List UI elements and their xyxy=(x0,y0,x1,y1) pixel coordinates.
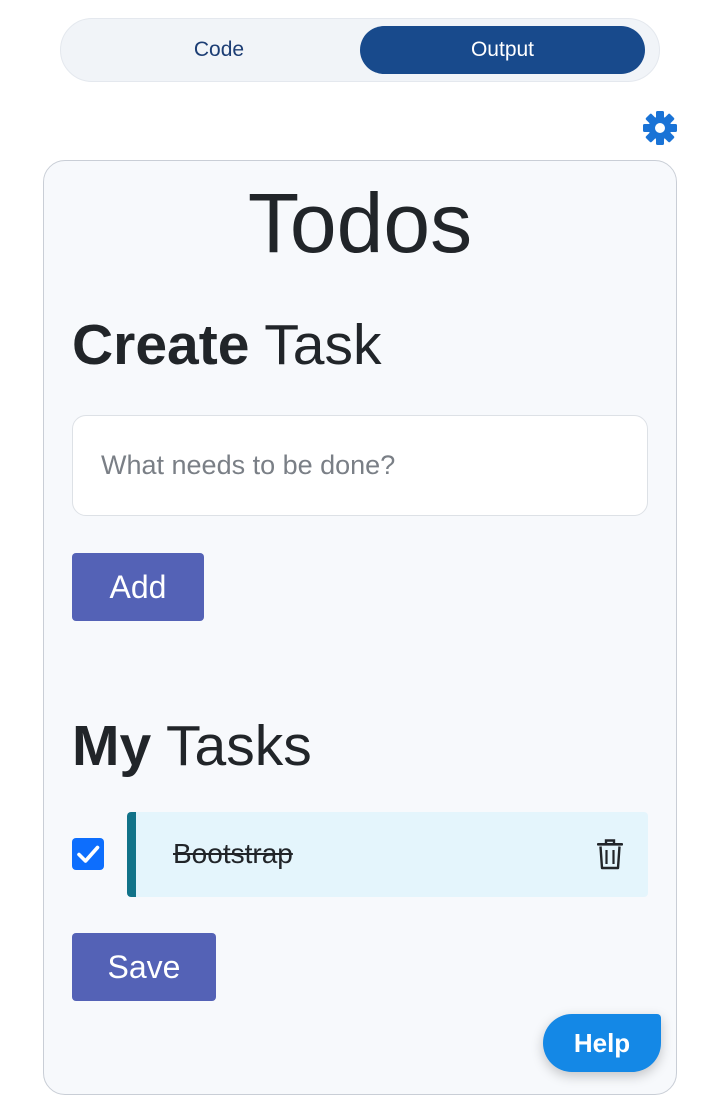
help-button[interactable]: Help xyxy=(543,1014,661,1072)
create-task-heading: Create Task xyxy=(72,313,381,377)
checkmark-icon xyxy=(77,845,100,863)
create-heading-strong: Create xyxy=(72,313,250,377)
app-title: Todos xyxy=(247,176,473,270)
view-toggle: Code Output xyxy=(60,18,660,82)
gear-icon[interactable] xyxy=(642,110,678,146)
add-button[interactable]: Add xyxy=(72,553,204,621)
task-checkbox[interactable] xyxy=(72,838,104,870)
tasks-heading-rest: Tasks xyxy=(151,714,312,778)
task-item: Bootstrap xyxy=(127,812,648,897)
trash-icon[interactable] xyxy=(596,838,624,870)
new-task-input[interactable] xyxy=(72,415,648,516)
tab-output[interactable]: Output xyxy=(360,26,645,74)
save-button[interactable]: Save xyxy=(72,933,216,1001)
create-heading-rest: Task xyxy=(249,313,382,377)
my-tasks-heading: My Tasks xyxy=(72,714,312,778)
tab-code[interactable]: Code xyxy=(69,26,369,74)
task-text[interactable]: Bootstrap xyxy=(173,812,293,895)
tasks-heading-strong: My xyxy=(72,714,152,778)
